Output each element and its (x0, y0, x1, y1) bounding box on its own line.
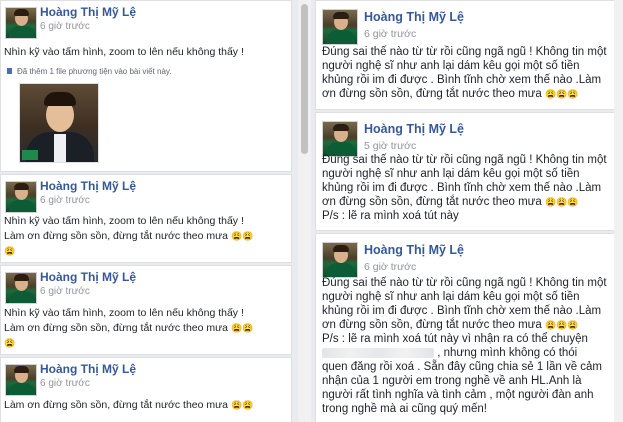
post-text-fragment: , nhưng mình không có thói (437, 347, 578, 359)
sad-emoji-icon: 😩 (544, 197, 557, 207)
post-text-fragment: ơn đừng sồn sồn, đừng tắt nước theo mưa (322, 196, 542, 208)
document-icon (7, 68, 12, 74)
avatar[interactable] (5, 364, 37, 396)
attached-photo[interactable] (19, 83, 99, 163)
post-text-line: khủng rồi im đi được . Bình tĩnh chờ xem… (322, 182, 602, 194)
sad-emoji-icon: 😩 (242, 323, 254, 333)
sad-emoji-icon: 😩 (544, 89, 557, 99)
left-feed: Hoàng Thị Mỹ Lệ 6 giờ trước Nhìn kỹ vào … (0, 0, 298, 422)
author-name[interactable]: Hoàng Thị Mỹ Lệ (364, 122, 464, 136)
post-text: Nhìn kỹ vào tấm hình, zoom to lên nếu kh… (4, 46, 244, 58)
post-text-line: P/s : lẽ ra mình xoá tút này (322, 210, 459, 222)
post-card: Hoàng Thị Mỹ Lệ 6 giờ trước Đúng sai thế… (315, 233, 617, 422)
sad-emoji-icon: 😩 (230, 400, 243, 410)
sad-emoji-icon: 😩 (230, 323, 243, 333)
post-text-line: Làm ơn đừng sồn sồn, đừng tắt nước theo … (4, 398, 253, 413)
post-card: Hoàng Thị Mỹ Lệ 6 giờ trước Đúng sai thế… (315, 0, 617, 110)
post-text-line: Nhìn kỹ vào tấm hình, zoom to lên nếu kh… (4, 215, 244, 227)
avatar[interactable] (5, 7, 37, 39)
post-text-line: ơn đừng sồn sồn, đừng tắt nước theo mưa … (322, 195, 579, 209)
author-name[interactable]: Hoàng Thị Mỹ Lệ (364, 10, 464, 24)
sad-emoji-icon: 😩 (556, 89, 568, 99)
sad-emoji-icon: 😩 (567, 320, 579, 330)
author-name[interactable]: Hoàng Thị Mỹ Lệ (40, 270, 136, 284)
sad-emoji-icon: 😩 (230, 231, 243, 241)
post-text-line: Đúng sai thế nào từ từ rồi cũng ngã ngũ … (322, 154, 607, 166)
post-card: Hoàng Thị Mỹ Lệ 6 giờ trước Nhìn kỹ vào … (0, 0, 292, 172)
post-time[interactable]: 6 giờ trước (364, 261, 416, 273)
post-text-line: người nghệ sĩ như anh lại dám kêu gọi mộ… (322, 60, 580, 72)
sad-emoji-icon: 😩 (4, 246, 16, 256)
author-name[interactable]: Hoàng Thị Mỹ Lệ (40, 179, 136, 193)
sad-emoji-icon: 😩 (242, 400, 254, 410)
avatar[interactable] (5, 181, 37, 213)
post-text-line: Nhìn kỹ vào tấm hình, zoom to lên nếu kh… (4, 307, 244, 319)
post-text-line: khủng rồi im đi được . Bình tĩnh chờ xem… (322, 305, 602, 317)
post-text-fragment: ơn đừng sồn sồn, đừng tắt nước theo mưa (322, 319, 542, 331)
post-text-fragment: Làm ơn đừng sồn sồn, đừng tắt nước theo … (4, 230, 229, 242)
post-time[interactable]: 6 giờ trước (364, 28, 416, 40)
post-text-fragment: Làm ơn đừng sồn sồn, đừng tắt nước theo … (4, 322, 229, 334)
post-text-line: 😩 (4, 244, 15, 259)
post-text-line: khủng rồi im đi được . Bình tĩnh chờ xem… (322, 74, 602, 86)
post-text-line: P/s : lẽ ra mình xoá tút này vì nhận ra … (322, 333, 588, 345)
post-card: Hoàng Thị Mỹ Lệ 6 giờ trước Nhìn kỹ vào … (0, 174, 292, 263)
post-text-fragment: Làm ơn đừng sồn sồn, đừng tắt nước theo … (4, 399, 229, 411)
avatar[interactable] (5, 272, 37, 304)
sad-emoji-icon: 😩 (4, 338, 16, 348)
post-text-fragment: ơn đừng sồn sồn, đừng tắt nước theo mưa (322, 88, 542, 100)
post-text-line: ơn đừng sồn sồn, đừng tắt nước theo mưa … (322, 87, 579, 101)
author-name[interactable]: Hoàng Thị Mỹ Lệ (40, 362, 136, 376)
scrollbar-thumb[interactable] (301, 4, 308, 154)
post-card: Hoàng Thị Mỹ Lệ 6 giờ trước Nhìn kỹ vào … (0, 265, 292, 355)
avatar[interactable] (322, 9, 358, 45)
post-text-line: người nghệ sĩ như anh lại dám kêu gọi mộ… (322, 291, 580, 303)
post-text-line: Đúng sai thế nào từ từ rồi cũng ngã ngũ … (322, 277, 607, 289)
post-text-line: Đúng sai thế nào từ từ rồi cũng ngã ngũ … (322, 46, 607, 58)
post-text-line: ơn đừng sồn sồn, đừng tắt nước theo mưa … (322, 318, 579, 332)
avatar[interactable] (322, 121, 358, 157)
post-card: Hoàng Thị Mỹ Lệ 6 giờ trước Làm ơn đừng … (0, 357, 292, 422)
sad-emoji-icon: 😩 (544, 320, 557, 330)
right-feed: Hoàng Thị Mỹ Lệ 6 giờ trước Đúng sai thế… (311, 0, 623, 422)
sad-emoji-icon: 😩 (567, 197, 579, 207)
blurred-redaction (322, 347, 434, 358)
post-time[interactable]: 6 giờ trước (40, 195, 90, 206)
sad-emoji-icon: 😩 (242, 231, 254, 241)
attachment-note: Đã thêm 1 file phương tiện vào bài viết … (7, 67, 172, 76)
scrollbar[interactable] (298, 0, 311, 422)
avatar[interactable] (322, 242, 358, 278)
post-text-line: Làm ơn đừng sồn sồn, đừng tắt nước theo … (4, 321, 253, 336)
post-text-line: trong nghề mà ai cũng quý mến! (322, 403, 487, 415)
post-text-line: người rất tình nghĩa và tình cảm , một n… (322, 389, 594, 401)
post-time[interactable]: 5 giờ trước (364, 140, 416, 152)
post-text-line: , nhưng mình không có thói (322, 346, 577, 360)
sad-emoji-icon: 😩 (567, 89, 579, 99)
post-time[interactable]: 6 giờ trước (40, 21, 90, 32)
post-time[interactable]: 6 giờ trước (40, 286, 90, 297)
sad-emoji-icon: 😩 (556, 320, 568, 330)
author-name[interactable]: Hoàng Thị Mỹ Lệ (40, 5, 136, 19)
author-name[interactable]: Hoàng Thị Mỹ Lệ (364, 243, 464, 257)
post-text-line: Làm ơn đừng sồn sồn, đừng tắt nước theo … (4, 229, 253, 244)
post-text-line: nhận của 1 người em trong nghề về anh HL… (322, 375, 582, 387)
attachment-note-text: Đã thêm 1 file phương tiện vào bài viết … (17, 67, 172, 76)
post-text-line: 😩 (4, 336, 15, 351)
post-text-line: quen đăng rồi xoá . Sẵn đây cũng chia sẻ… (322, 361, 603, 373)
post-time[interactable]: 6 giờ trước (40, 378, 90, 389)
post-card: Hoàng Thị Mỹ Lệ 5 giờ trước Đúng sai thế… (315, 112, 617, 231)
scrollbar[interactable] (614, 0, 623, 422)
sad-emoji-icon: 😩 (556, 197, 568, 207)
post-text-line: người nghệ sĩ như anh lại dám kêu gọi mộ… (322, 168, 580, 180)
